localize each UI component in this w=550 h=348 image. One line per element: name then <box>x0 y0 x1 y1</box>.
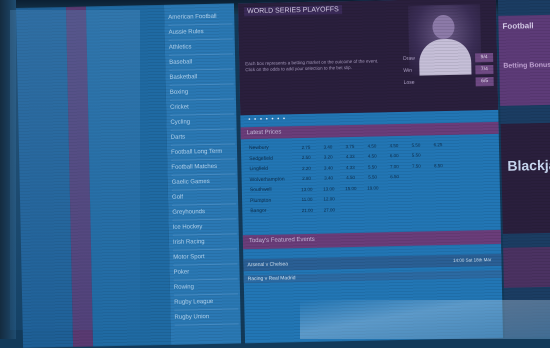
hero-title: WORLD SERIES PLAYOFFS <box>244 5 342 16</box>
odds-name: Lose <box>404 80 415 86</box>
nav-item[interactable]: Rugby League <box>174 294 238 310</box>
event-name: Arsenal v Chelsea <box>247 258 288 271</box>
price-cell[interactable]: 4.50 <box>361 154 383 159</box>
promo-ad[interactable]: Football Betting Bonus <box>498 15 550 106</box>
promo-subtitle: Betting Bonus <box>503 61 550 71</box>
price-cell[interactable]: 13.00 <box>296 186 318 191</box>
casino-ad[interactable]: Blackjack <box>501 122 550 233</box>
price-cell[interactable]: 5.50 <box>361 164 383 169</box>
price-cell[interactable]: 2.80 <box>296 176 318 181</box>
nav-item[interactable]: Golf <box>172 189 236 205</box>
course-name: Sedgefield <box>249 155 295 162</box>
promo-title: Football <box>502 21 533 31</box>
price-cell[interactable]: 4.50 <box>361 143 383 148</box>
price-cell[interactable]: 5.50 <box>362 175 384 180</box>
left-margin <box>16 7 73 348</box>
event-name: Racing v Real Madrid <box>248 274 296 283</box>
odds-row[interactable]: Draw 9/4 <box>403 52 493 64</box>
course-name: Plumpton <box>250 197 296 204</box>
price-cell[interactable]: 5.50 <box>405 153 427 158</box>
nav-item[interactable]: Cycling <box>170 114 234 130</box>
price-cell[interactable]: 2.50 <box>295 155 317 160</box>
price-cell[interactable]: 3.40 <box>318 176 340 181</box>
nav-item[interactable]: Rowing <box>174 279 238 295</box>
main-content: WORLD SERIES PLAYOFFS Each box represent… <box>238 0 503 343</box>
nav-item[interactable]: American Football <box>168 9 232 25</box>
nav-item[interactable]: Basketball <box>169 69 233 85</box>
price-cell[interactable]: 12.00 <box>318 197 340 202</box>
price-cell[interactable]: 4.50 <box>383 143 405 148</box>
price-cell[interactable]: 4.33 <box>339 165 361 170</box>
price-cell[interactable]: 8.50 <box>427 163 449 168</box>
bottom-ad[interactable] <box>503 246 550 287</box>
right-ads-column: Football Betting Bonus Blackjack <box>498 0 550 338</box>
odds-button[interactable]: 9/4 <box>475 53 493 62</box>
event-row[interactable]: Arsenal v Chelsea 14:00 Sat 18th Mar <box>243 254 501 271</box>
price-cell[interactable]: 2.20 <box>295 165 317 170</box>
nav-item[interactable]: Gaelic Games <box>172 174 236 190</box>
price-cell[interactable]: 11.00 <box>296 197 318 202</box>
price-cell[interactable]: 6.00 <box>383 153 405 158</box>
price-cell[interactable]: 19.00 <box>362 185 384 190</box>
odds-row[interactable]: Lose 6/5 <box>404 76 494 88</box>
price-cell[interactable]: 3.40 <box>317 144 339 149</box>
odds-button[interactable]: 6/5 <box>476 77 494 86</box>
nav-item[interactable]: Darts <box>171 129 235 145</box>
prices-table: Newbury2.753.403.754.504.505.506.25Sedge… <box>249 138 500 217</box>
nav-item[interactable]: Poker <box>173 264 237 280</box>
sports-nav: American FootballAussie RulesAthleticsBa… <box>164 3 241 344</box>
price-cell[interactable]: 13.00 <box>318 186 340 191</box>
featured-title: Today's Featured Events <box>249 234 315 247</box>
course-name: Lingfield <box>249 165 295 172</box>
nav-item[interactable]: Greyhounds <box>172 204 236 220</box>
hero-text: Each box represents a betting market on … <box>245 58 385 73</box>
course-name: Wolverhampton <box>250 176 296 183</box>
price-cell[interactable]: 3.20 <box>317 155 339 160</box>
nav-item[interactable]: Rugby Union <box>174 309 238 325</box>
price-cell[interactable]: 5.50 <box>405 142 427 147</box>
price-cell[interactable]: 6.25 <box>427 142 449 147</box>
odds-name: Win <box>403 68 412 74</box>
price-cell[interactable]: 2.75 <box>295 144 317 149</box>
odds-row[interactable]: Win 7/4 <box>403 64 493 76</box>
price-cell[interactable]: 3.40 <box>317 165 339 170</box>
price-cell[interactable]: 15.00 <box>340 186 362 191</box>
left-panel <box>86 5 171 347</box>
nav-item[interactable]: Baseball <box>169 54 233 70</box>
monitor-bezel <box>0 0 16 339</box>
nav-item[interactable]: Cricket <box>170 99 234 115</box>
event-time: 14:00 Sat 18th Mar <box>453 254 492 267</box>
price-cell[interactable]: 3.75 <box>339 144 361 149</box>
player-head <box>432 15 454 39</box>
prices-header: Latest Prices <box>241 122 499 139</box>
nav-item[interactable]: Motor Sport <box>173 249 237 265</box>
event-row[interactable]: Racing v Real Madrid <box>244 270 502 283</box>
nav-item[interactable]: Football Long Term <box>171 144 235 160</box>
price-cell[interactable]: 4.33 <box>339 154 361 159</box>
price-cell[interactable]: 4.50 <box>340 175 362 180</box>
course-name: Bangor <box>250 207 296 214</box>
price-cell[interactable]: 27.00 <box>318 207 340 212</box>
course-name: Newbury <box>249 144 295 151</box>
nav-item[interactable]: Irish Racing <box>173 234 237 250</box>
price-cell[interactable]: 21.00 <box>296 207 318 212</box>
course-name: Southwell <box>250 186 296 193</box>
prices-title: Latest Prices <box>247 126 282 139</box>
hero-banner[interactable]: WORLD SERIES PLAYOFFS Each box represent… <box>238 0 498 115</box>
featured-header: Today's Featured Events <box>243 230 501 249</box>
odds-button[interactable]: 7/4 <box>475 65 493 74</box>
price-cell[interactable]: 6.50 <box>384 174 406 179</box>
nav-item[interactable]: Football Matches <box>171 159 235 175</box>
hero-odds: Draw 9/4 Win 7/4 Lose 6/5 <box>403 52 494 94</box>
price-cell[interactable]: 7.00 <box>383 164 405 169</box>
carousel-dots[interactable]: • • • • • • • <box>248 116 286 123</box>
casino-title: Blackjack <box>507 156 550 173</box>
nav-item[interactable]: Aussie Rules <box>168 24 232 40</box>
nav-item[interactable]: Boxing <box>170 84 234 100</box>
monitor-screen: American FootballAussie RulesAthleticsBa… <box>16 0 550 348</box>
nav-item[interactable]: Athletics <box>169 39 233 55</box>
price-cell[interactable]: 7.50 <box>405 163 427 168</box>
nav-item[interactable]: Ice Hockey <box>172 219 236 235</box>
odds-name: Draw <box>403 56 415 62</box>
